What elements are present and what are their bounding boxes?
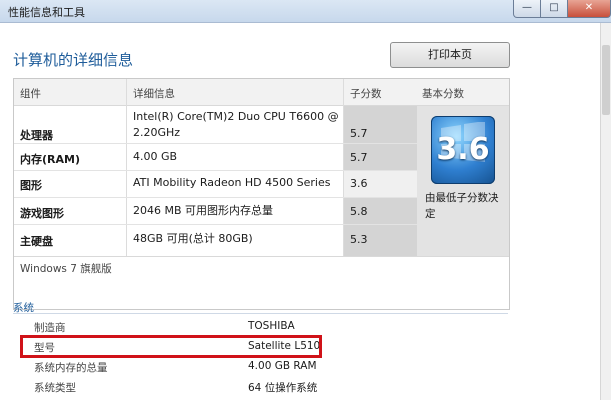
row-score: 5.7 bbox=[350, 127, 368, 140]
table-header: 组件 详细信息 子分数 基本分数 bbox=[14, 79, 509, 106]
page-title: 计算机的详细信息 bbox=[13, 51, 134, 69]
row-detail: 2046 MB 可用图形内存总量 bbox=[133, 204, 274, 217]
system-key: 系统类型 bbox=[34, 382, 76, 394]
table-row: 处理器 Intel(R) Core(TM)2 Duo CPU T6600 @ 2… bbox=[14, 106, 417, 144]
row-label: 内存(RAM) bbox=[20, 153, 80, 166]
system-row: 制造商 TOSHIBA bbox=[34, 318, 504, 335]
row-label: 图形 bbox=[20, 179, 42, 192]
row-score: 5.8 bbox=[350, 205, 368, 218]
system-key: 制造商 bbox=[34, 322, 66, 334]
row-detail: 4.00 GB bbox=[133, 150, 178, 163]
row-detail: ATI Mobility Radeon HD 4500 Series bbox=[133, 176, 331, 189]
row-label: 游戏图形 bbox=[20, 207, 64, 220]
row-label: 处理器 bbox=[20, 129, 53, 142]
row-detail: 48GB 可用(总计 80GB) bbox=[133, 232, 253, 245]
system-value: 4.00 GB RAM bbox=[248, 360, 317, 372]
model-highlight-box bbox=[20, 335, 322, 358]
header-base-score: 基本分数 bbox=[422, 88, 464, 100]
maximize-button[interactable]: □ bbox=[541, 0, 568, 18]
system-key: 系统内存的总量 bbox=[34, 362, 108, 374]
table-row: 游戏图形 2046 MB 可用图形内存总量 5.8 bbox=[14, 197, 417, 225]
title-bar: 性能信息和工具 — □ ✕ bbox=[0, 0, 611, 23]
minimize-button[interactable]: — bbox=[513, 0, 541, 18]
divider bbox=[14, 256, 509, 257]
header-details: 详细信息 bbox=[133, 88, 175, 100]
close-button[interactable]: ✕ bbox=[568, 0, 611, 18]
section-divider bbox=[13, 313, 508, 314]
table-row: 图形 ATI Mobility Radeon HD 4500 Series 3.… bbox=[14, 170, 417, 198]
score-table: 组件 详细信息 子分数 基本分数 处理器 Intel(R) Core(TM)2 … bbox=[13, 78, 510, 310]
table-row: 内存(RAM) 4.00 GB 5.7 bbox=[14, 143, 417, 171]
table-row: 主硬盘 48GB 可用(总计 80GB) 5.3 bbox=[14, 224, 417, 256]
row-score: 5.3 bbox=[350, 233, 368, 246]
base-score-panel: 3.6 由最低子分数决定 bbox=[417, 106, 509, 256]
window-title: 性能信息和工具 bbox=[8, 6, 85, 19]
vertical-scrollbar[interactable] bbox=[600, 23, 611, 400]
row-detail: Intel(R) Core(TM)2 Duo CPU T6600 @ bbox=[133, 110, 339, 123]
row-score: 3.6 bbox=[350, 177, 368, 190]
header-subscore: 子分数 bbox=[350, 88, 382, 100]
system-row: 系统内存的总量 4.00 GB RAM bbox=[34, 358, 504, 375]
window-controls: — □ ✕ bbox=[513, 0, 611, 18]
row-label: 主硬盘 bbox=[20, 235, 53, 248]
scrollbar-thumb[interactable] bbox=[602, 45, 610, 115]
windows-edition: Windows 7 旗舰版 bbox=[20, 263, 112, 275]
windows-experience-index-badge-icon: 3.6 bbox=[431, 116, 495, 184]
system-value: 64 位操作系统 bbox=[248, 382, 318, 394]
row-score: 5.7 bbox=[350, 151, 368, 164]
system-value: TOSHIBA bbox=[248, 320, 295, 332]
header-component: 组件 bbox=[20, 88, 41, 100]
print-page-button[interactable]: 打印本页 bbox=[390, 42, 510, 68]
base-score-note: 由最低子分数决定 bbox=[425, 192, 499, 220]
base-score-value: 3.6 bbox=[436, 132, 490, 167]
content-area: 计算机的详细信息 打印本页 组件 详细信息 子分数 基本分数 处理器 Intel… bbox=[0, 23, 600, 400]
system-row: 系统类型 64 位操作系统 bbox=[34, 378, 504, 395]
row-detail-line2: 2.20GHz bbox=[133, 126, 181, 139]
